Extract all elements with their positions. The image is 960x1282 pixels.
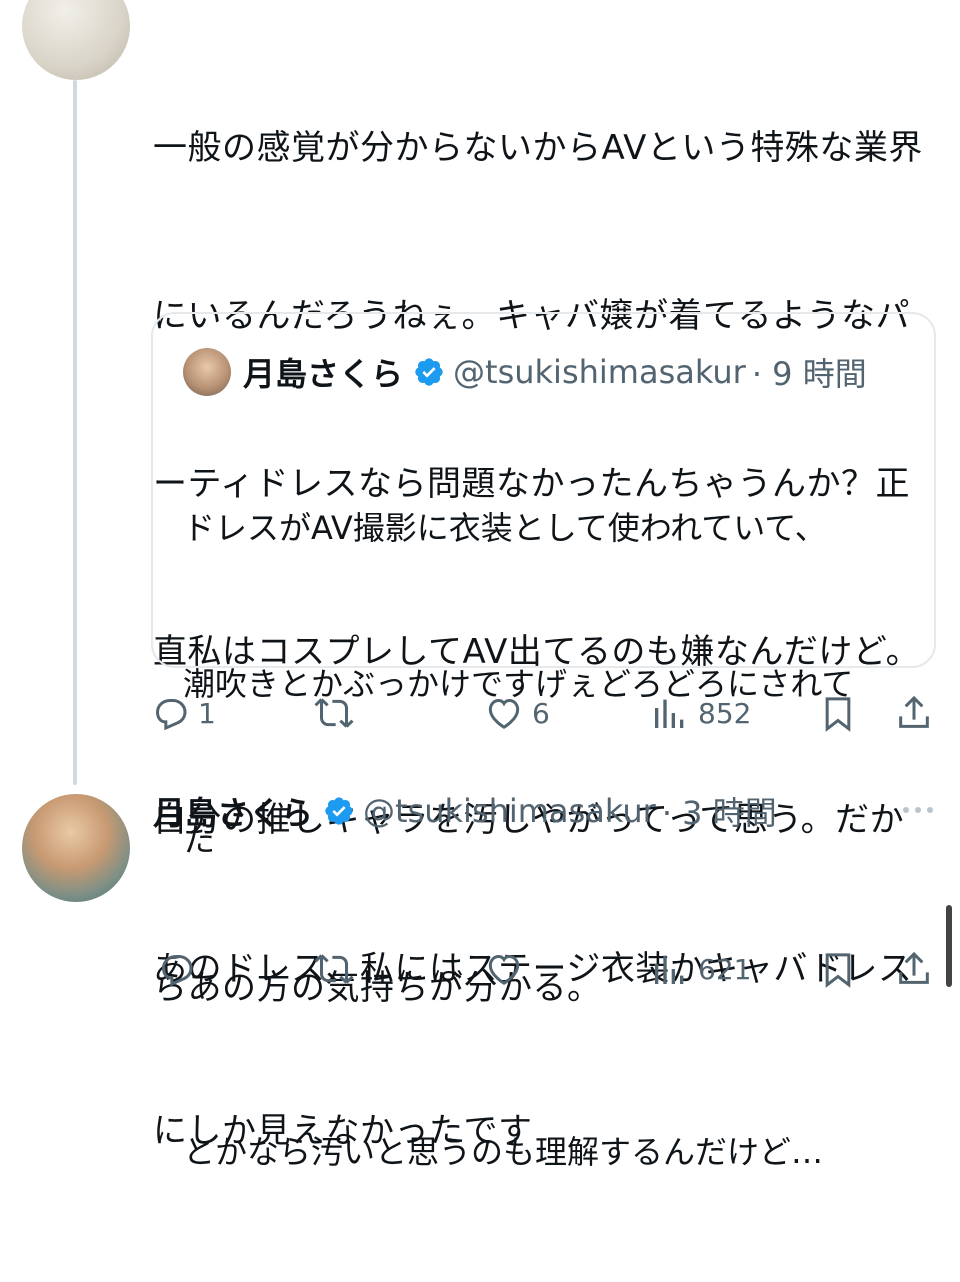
tweet1-line: 一般の感覚が分からないからAVという特殊な業界	[153, 128, 923, 168]
tweet2-author-handle[interactable]: @tsukishimasakur	[363, 792, 656, 830]
quoted-tweet-card[interactable]: 月島さくら @tsukishimasakur · 9 時間 ドレスがAV撮影に衣…	[151, 312, 936, 1171]
avatar-tweet2[interactable]	[22, 794, 130, 902]
tweet2-action-bar: 621	[150, 944, 940, 994]
reply-button[interactable]: 1	[150, 688, 216, 738]
views-icon	[655, 699, 684, 728]
views-button[interactable]: 852	[650, 688, 751, 738]
views-button[interactable]: 621	[650, 944, 751, 994]
share-button[interactable]	[894, 688, 934, 738]
reply-count: 1	[198, 696, 216, 730]
bookmark-button[interactable]	[818, 944, 858, 994]
retweet-icon	[314, 698, 354, 728]
quote-timestamp: · 9 時間	[751, 355, 867, 393]
retweet-icon	[314, 954, 354, 984]
share-icon	[899, 951, 929, 984]
reply-button[interactable]	[156, 944, 196, 994]
quote-author-handle: @tsukishimasakur	[453, 353, 746, 391]
share-button[interactable]	[894, 944, 934, 994]
quote-line: ドレスがAV撮影に衣装として使われていて、	[183, 509, 827, 547]
tweet2-header: 月島さくら @tsukishimasakur · 3 時間	[153, 786, 777, 836]
quote-author-name: 月島さくら	[243, 355, 404, 393]
thread-connector-line	[73, 80, 77, 785]
reply-icon	[161, 955, 193, 987]
retweet-button[interactable]	[314, 944, 354, 994]
retweet-button[interactable]	[314, 688, 354, 738]
tweet2-text: あのドレス、私にはステージ衣装かキャバドレス にしか見えなかったです	[153, 834, 933, 1212]
tweet1-action-bar: 1 6 852	[150, 688, 940, 738]
bookmark-button[interactable]	[818, 688, 858, 738]
verified-icon	[415, 358, 443, 386]
tweet2-line: にしか見えなかったです	[153, 1111, 533, 1151]
avatar-tweet1[interactable]	[22, 0, 130, 80]
share-icon	[899, 695, 929, 728]
views-icon	[655, 955, 684, 984]
like-button[interactable]: 6	[484, 688, 550, 738]
like-icon	[488, 698, 520, 729]
quote-header: 月島さくら @tsukishimasakur · 9 時間	[183, 348, 867, 396]
tweet2-timestamp[interactable]: · 3 時間	[662, 788, 777, 834]
verified-icon	[325, 797, 353, 825]
bookmark-icon	[825, 953, 851, 988]
like-button[interactable]	[484, 944, 524, 994]
views-count: 852	[698, 696, 752, 730]
quote-avatar	[183, 348, 231, 396]
bookmark-icon	[825, 697, 851, 732]
views-count: 621	[698, 952, 752, 986]
more-icon[interactable]	[900, 800, 936, 820]
reply-icon	[155, 699, 187, 731]
tweet2-author-name[interactable]: 月島さくら	[153, 788, 313, 834]
like-count: 6	[532, 696, 550, 730]
like-icon	[488, 954, 520, 985]
scrollbar[interactable]	[946, 905, 952, 987]
